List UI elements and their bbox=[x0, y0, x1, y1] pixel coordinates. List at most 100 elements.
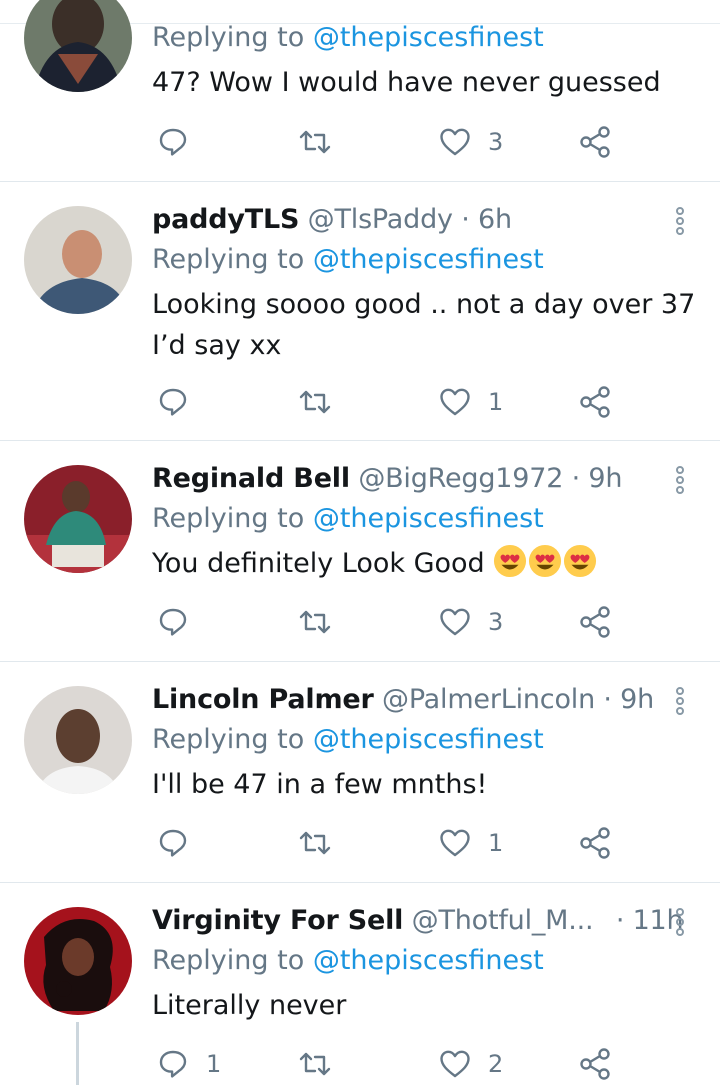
username[interactable]: @Thotful_M... bbox=[412, 905, 594, 936]
display-name[interactable]: Reginald Bell bbox=[152, 463, 350, 494]
replying-prefix: Replying to bbox=[152, 503, 305, 534]
avatar[interactable] bbox=[24, 907, 132, 1015]
share-button[interactable] bbox=[578, 384, 612, 420]
tweet-header: Reginald Bell @BigRegg1972 · 9h bbox=[152, 463, 622, 494]
replying-handle-link[interactable]: @thepiscesfinest bbox=[313, 724, 544, 755]
like-count: 1 bbox=[488, 388, 504, 416]
reply-button[interactable]: 1 bbox=[156, 1046, 221, 1082]
tweet-header: Virginity For Sell @Thotful_M... · 11h bbox=[152, 905, 684, 936]
retweet-icon bbox=[299, 610, 331, 634]
like-button[interactable]: 1 bbox=[438, 384, 503, 420]
share-icon bbox=[580, 126, 610, 158]
retweet-button[interactable] bbox=[298, 825, 332, 861]
share-button[interactable] bbox=[578, 604, 612, 640]
tweet-text: You definitely Look Good bbox=[152, 543, 598, 584]
replying-handle-link[interactable]: @thepiscesfinest bbox=[313, 244, 544, 275]
retweet-button[interactable] bbox=[298, 124, 332, 160]
tweet-text: I'll be 47 in a few mnths! bbox=[152, 764, 487, 805]
reply-button[interactable] bbox=[156, 384, 206, 420]
reply-icon bbox=[159, 608, 187, 636]
like-count: 3 bbox=[488, 608, 504, 636]
username[interactable]: @PalmerLincoln bbox=[382, 684, 595, 715]
like-icon bbox=[440, 608, 470, 636]
replying-prefix: Replying to bbox=[152, 22, 305, 53]
tweet-text-line: I'll be 47 in a few mnths! bbox=[152, 769, 488, 800]
share-button[interactable] bbox=[578, 825, 612, 861]
avatar[interactable] bbox=[24, 686, 132, 794]
share-button[interactable] bbox=[578, 1046, 612, 1082]
more-options-button[interactable] bbox=[672, 465, 688, 495]
tweet-1[interactable]: paddyTLS @TlsPaddy · 6h Replying to @the… bbox=[0, 182, 720, 440]
more-options-button[interactable] bbox=[672, 206, 688, 236]
tweet-text-line: Looking soooo good .. not a day over 37 bbox=[152, 289, 696, 320]
tweet-3[interactable]: Lincoln Palmer @PalmerLincoln · 9h Reply… bbox=[0, 662, 720, 882]
share-icon bbox=[580, 827, 610, 859]
replying-prefix: Replying to bbox=[152, 724, 305, 755]
like-count: 3 bbox=[488, 128, 504, 156]
like-button[interactable]: 3 bbox=[438, 124, 503, 160]
timestamp: · 6h bbox=[461, 204, 512, 235]
like-button[interactable]: 3 bbox=[438, 604, 503, 640]
like-button[interactable]: 2 bbox=[438, 1046, 503, 1082]
replying-to: Replying to @thepiscesfinest bbox=[152, 22, 544, 53]
more-options-icon bbox=[676, 466, 684, 494]
more-options-button[interactable] bbox=[672, 907, 688, 937]
avatar[interactable] bbox=[24, 465, 132, 573]
replying-handle-link[interactable]: @thepiscesfinest bbox=[313, 22, 544, 53]
like-icon bbox=[440, 128, 470, 156]
like-icon bbox=[440, 1050, 470, 1078]
reply-button[interactable] bbox=[156, 825, 206, 861]
heart-eyes-emoji bbox=[564, 544, 597, 578]
retweet-icon bbox=[299, 390, 331, 414]
retweet-icon bbox=[299, 831, 331, 855]
username[interactable]: @BigRegg1972 bbox=[358, 463, 563, 494]
display-name[interactable]: Virginity For Sell bbox=[152, 905, 403, 936]
reply-count: 1 bbox=[206, 1050, 222, 1078]
username[interactable]: @TlsPaddy bbox=[308, 204, 453, 235]
retweet-button[interactable] bbox=[298, 384, 332, 420]
retweet-button[interactable] bbox=[298, 1046, 332, 1082]
display-name[interactable]: paddyTLS bbox=[152, 204, 299, 235]
tweet-4[interactable]: Virginity For Sell @Thotful_M... · 11h R… bbox=[0, 883, 720, 1085]
replying-to: Replying to @thepiscesfinest bbox=[152, 945, 544, 976]
display-name[interactable]: Lincoln Palmer bbox=[152, 684, 374, 715]
tweet-header: Lincoln Palmer @PalmerLincoln · 9h bbox=[152, 684, 654, 715]
tweet-text-line: I’d say xx bbox=[152, 330, 282, 361]
timestamp: · 9h bbox=[603, 684, 655, 715]
replying-to: Replying to @thepiscesfinest bbox=[152, 724, 544, 755]
more-options-icon bbox=[676, 908, 684, 936]
share-icon bbox=[580, 1048, 610, 1080]
reply-icon bbox=[159, 128, 187, 156]
tweet-header: paddyTLS @TlsPaddy · 6h bbox=[152, 204, 512, 235]
more-options-icon bbox=[676, 207, 684, 235]
tweet-text-line: 47? Wow I would have never guessed bbox=[152, 67, 661, 98]
avatar[interactable] bbox=[24, 206, 132, 314]
replying-handle-link[interactable]: @thepiscesfinest bbox=[313, 503, 544, 534]
like-count: 2 bbox=[488, 1050, 504, 1078]
more-options-icon bbox=[676, 687, 684, 715]
tweet-text: 47? Wow I would have never guessed bbox=[152, 62, 661, 103]
tweet-text: Literally never bbox=[152, 985, 346, 1026]
reply-icon bbox=[159, 388, 187, 416]
thread-connector-line bbox=[76, 1022, 79, 1085]
reply-icon bbox=[159, 829, 187, 857]
reply-button[interactable] bbox=[156, 124, 206, 160]
replying-prefix: Replying to bbox=[152, 945, 305, 976]
share-icon bbox=[580, 386, 610, 418]
heart-eyes-emoji bbox=[494, 544, 527, 578]
tweet-text: Looking soooo good .. not a day over 37 … bbox=[152, 284, 695, 366]
reply-button[interactable] bbox=[156, 604, 206, 640]
tweet-text-line: You definitely Look Good bbox=[152, 548, 494, 579]
reply-icon bbox=[159, 1050, 187, 1078]
share-button[interactable] bbox=[578, 124, 612, 160]
more-options-button[interactable] bbox=[672, 686, 688, 716]
replying-to: Replying to @thepiscesfinest bbox=[152, 503, 544, 534]
tweet-2[interactable]: Reginald Bell @BigRegg1972 · 9h Replying… bbox=[0, 441, 720, 661]
replying-handle-link[interactable]: @thepiscesfinest bbox=[313, 945, 544, 976]
avatar[interactable] bbox=[24, 0, 132, 92]
retweet-button[interactable] bbox=[298, 604, 332, 640]
like-count: 1 bbox=[488, 829, 504, 857]
tweet-0[interactable]: Replying to @thepiscesfinest 47? Wow I w… bbox=[0, 0, 720, 181]
replying-prefix: Replying to bbox=[152, 244, 305, 275]
like-button[interactable]: 1 bbox=[438, 825, 503, 861]
